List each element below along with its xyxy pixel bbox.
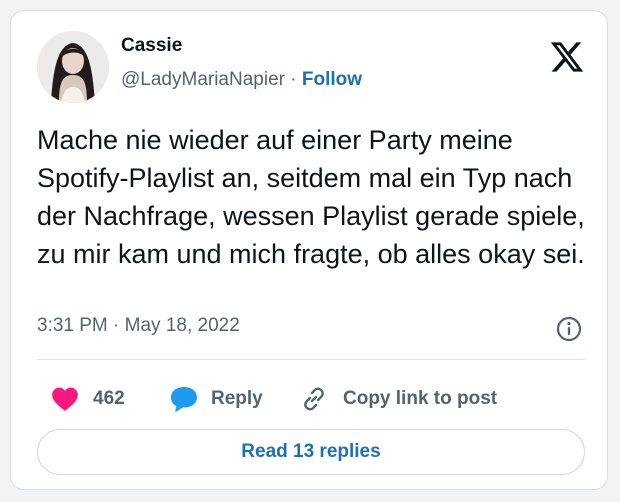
author-handle[interactable]: @LadyMariaNapier xyxy=(121,69,285,90)
action-bar: 462 Reply Copy link to post xyxy=(37,375,585,423)
link-icon xyxy=(304,387,324,411)
tweet-text: Mache nie wieder auf einer Party meine S… xyxy=(37,125,585,269)
copy-link-label: Copy link to post xyxy=(343,388,498,409)
separator-dot: · xyxy=(290,69,302,90)
reply-label: Reply xyxy=(211,388,263,409)
read-replies-label: Read 13 replies xyxy=(241,441,381,462)
author-handle-row: @LadyMariaNapier · Follow xyxy=(121,69,362,91)
read-replies-button[interactable]: Read 13 replies xyxy=(37,429,585,475)
tweet-timestamp[interactable]: 3:31 PM · May 18, 2022 xyxy=(37,315,240,337)
like-button[interactable]: 462 xyxy=(51,375,125,423)
avatar[interactable] xyxy=(37,31,109,103)
heart-icon xyxy=(52,387,78,411)
follow-link[interactable]: Follow xyxy=(302,69,362,90)
x-logo-icon[interactable] xyxy=(549,39,585,75)
speech-bubble-icon xyxy=(171,387,197,412)
author-name[interactable]: Cassie xyxy=(121,35,182,57)
like-count: 462 xyxy=(93,388,125,409)
tweet-card: Cassie @LadyMariaNapier · Follow Mache n… xyxy=(10,10,608,490)
copy-link-button[interactable]: Copy link to post xyxy=(299,375,497,423)
info-icon[interactable] xyxy=(555,315,583,343)
divider xyxy=(37,359,585,360)
reply-button[interactable]: Reply xyxy=(169,375,263,423)
